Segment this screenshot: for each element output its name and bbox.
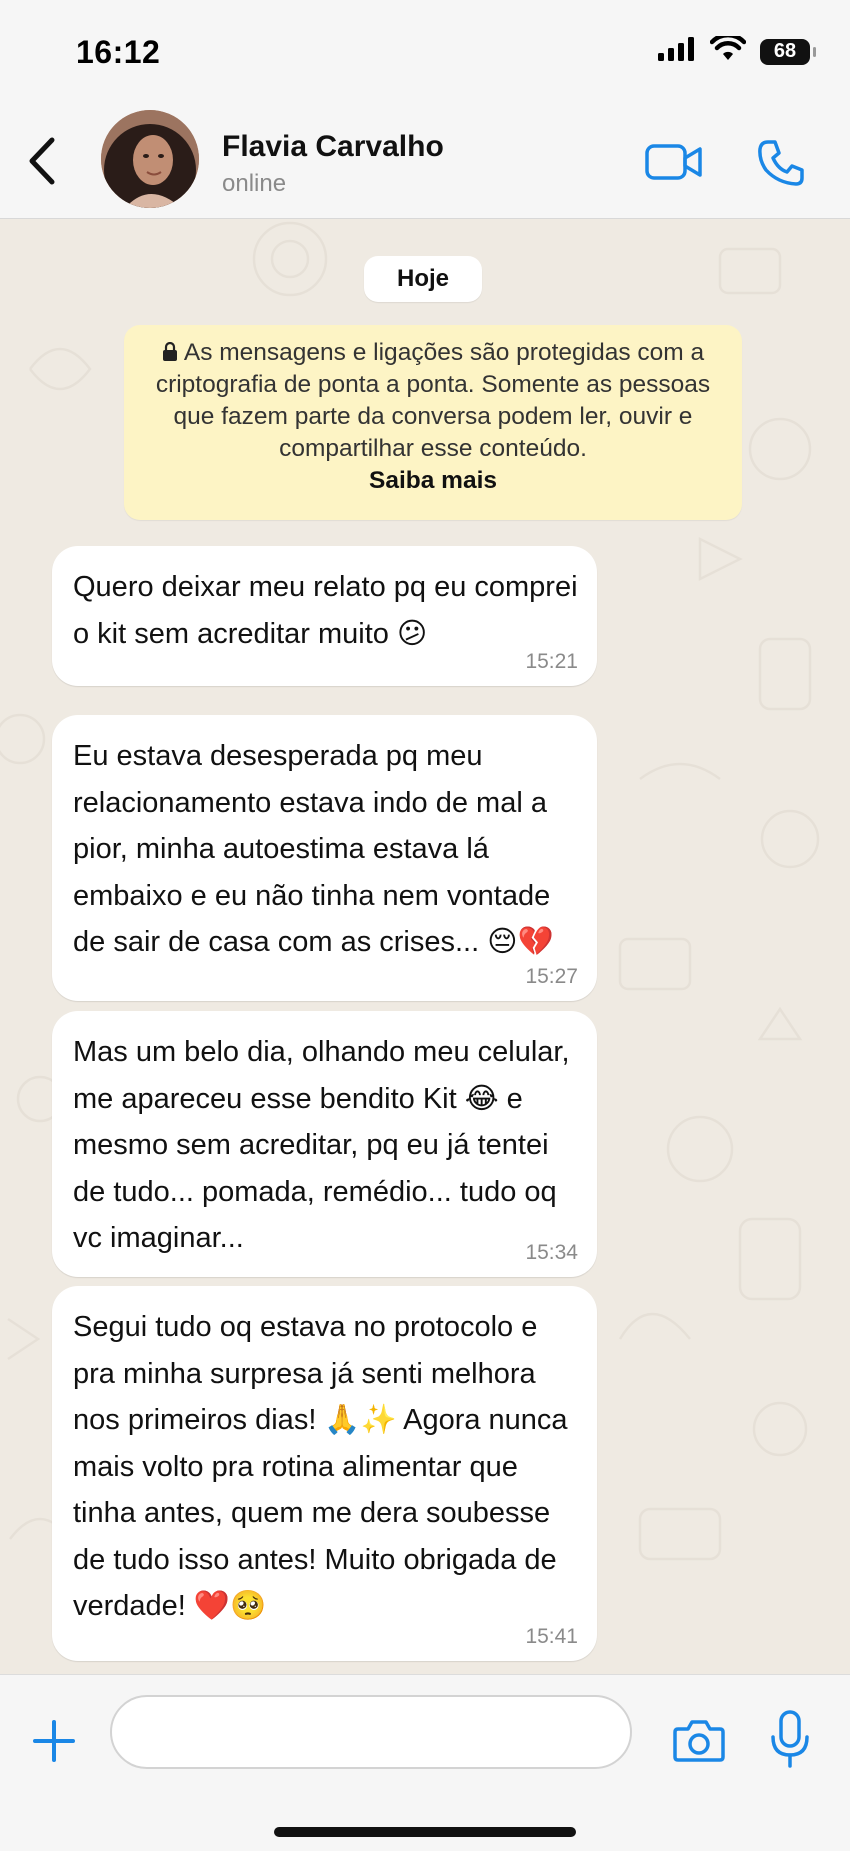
camera-button[interactable] [672,1715,726,1765]
wifi-icon [709,32,747,67]
message-time: 15:27 [525,965,578,988]
voice-call-button[interactable] [756,138,806,188]
encryption-notice[interactable]: As mensagens e ligações são protegidas c… [124,325,742,520]
lock-icon [162,342,177,361]
message-input[interactable] [110,1695,632,1769]
chat-area[interactable]: Hoje As mensagens e ligações são protegi… [0,219,850,1674]
message-bubble[interactable]: Mas um belo dia, olhando meu celular, me… [52,1011,597,1277]
message-bubble[interactable]: Eu estava desesperada pq meu relacioname… [52,715,597,1001]
status-time: 16:12 [76,34,161,70]
message-time: 15:41 [525,1625,578,1648]
message-time: 15:21 [525,650,578,673]
chevron-left-icon [29,137,55,185]
microphone-icon [771,1710,809,1768]
contact-avatar[interactable] [101,110,199,208]
contact-status: online [222,170,287,197]
message-text: Segui tudo oq estava no protocolo e pra … [73,1311,568,1622]
battery-indicator: 68 [760,38,816,65]
plus-icon [33,1720,75,1762]
message-text: Quero deixar meu relato pq eu comprei o … [73,571,578,650]
message-time: 15:34 [525,1241,578,1264]
back-button[interactable] [22,134,62,188]
encryption-notice-text: As mensagens e ligações são protegidas c… [155,339,711,462]
cellular-signal-icon [658,37,696,66]
learn-more-link[interactable]: Saiba mais [124,465,742,497]
voice-message-button[interactable] [768,1709,812,1769]
attach-button[interactable] [32,1719,76,1763]
video-call-button[interactable] [644,142,704,182]
status-bar: 16:12 68 [0,0,850,100]
message-bubble[interactable]: Quero deixar meu relato pq eu comprei o … [52,546,597,686]
message-text: Eu estava desesperada pq meu relacioname… [73,740,554,958]
message-composer [0,1674,850,1851]
chat-header: Flavia Carvalho online [0,100,850,219]
camera-icon [673,1720,725,1762]
message-text: Mas um belo dia, olhando meu celular, me… [73,1036,570,1254]
video-camera-icon [645,144,702,180]
date-separator: Hoje [364,256,482,302]
contact-name[interactable]: Flavia Carvalho [222,130,444,164]
phone-icon [758,140,804,186]
message-bubble[interactable]: Segui tudo oq estava no protocolo e pra … [52,1286,597,1661]
status-icons: 68 [658,32,816,67]
home-indicator [274,1827,576,1837]
